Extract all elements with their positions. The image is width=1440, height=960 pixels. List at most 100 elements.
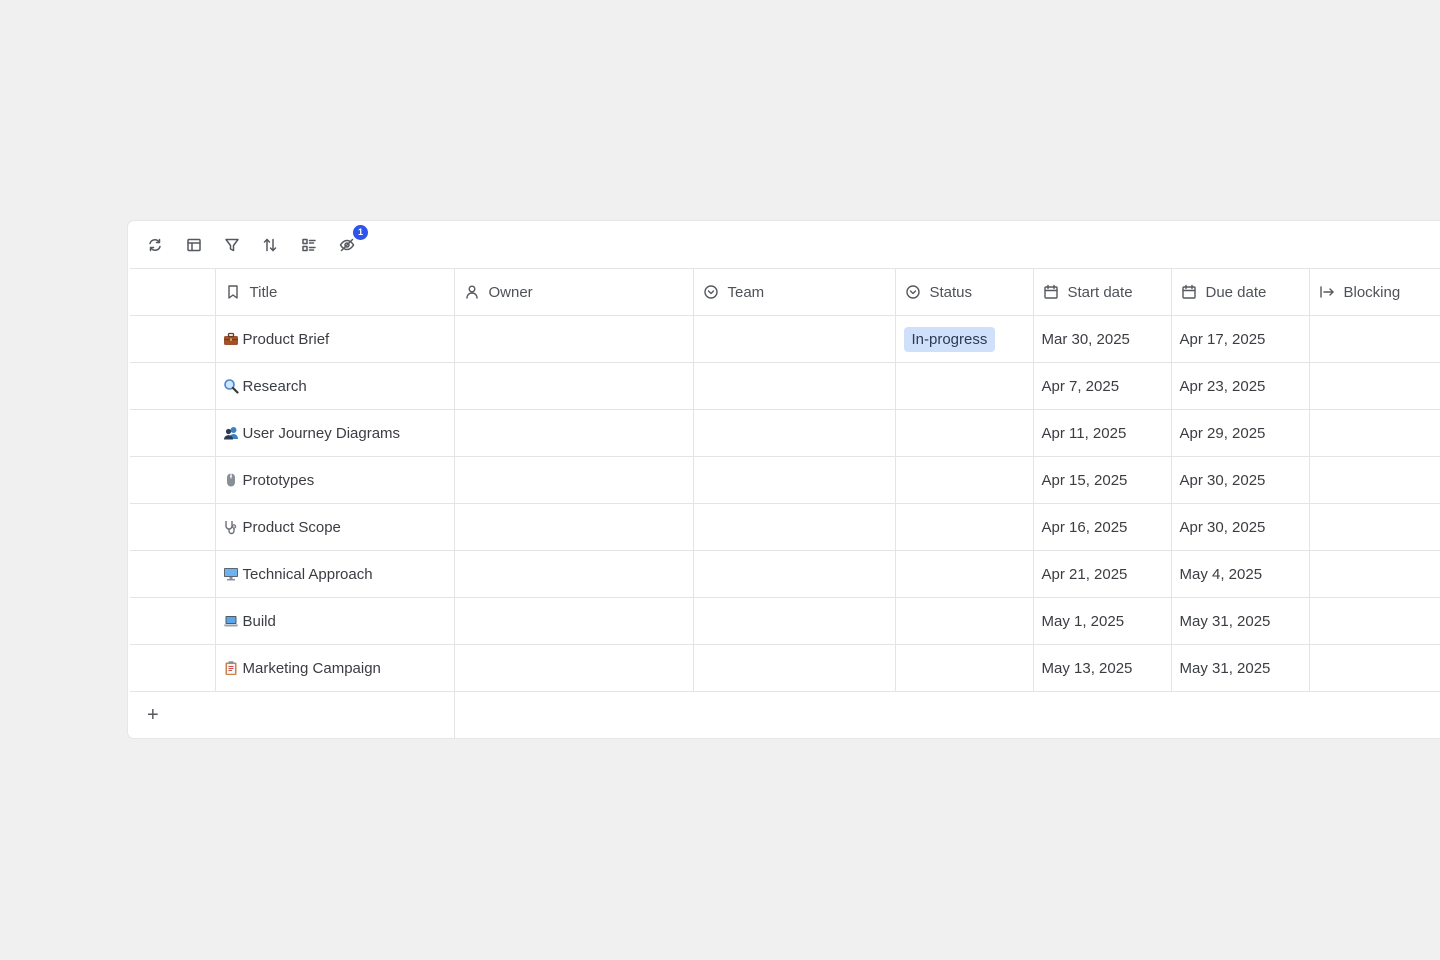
team-cell[interactable] [692,503,896,551]
due-date-cell[interactable]: Apr 29, 2025 [1170,409,1310,457]
title-cell[interactable]: User Journey Diagrams [215,409,455,457]
table-row[interactable]: Product Brief In-progress Mar 30, 2025 A… [130,315,1440,363]
sort-button[interactable] [258,233,282,257]
start-date-cell[interactable]: May 1, 2025 [1032,597,1172,645]
column-header-blocking[interactable]: Blocking [1308,268,1440,316]
status-cell[interactable]: In-progress [894,315,1034,363]
status-cell[interactable] [894,644,1034,692]
row-title: Product Scope [242,518,341,536]
title-cell[interactable]: Technical Approach [215,550,455,598]
owner-cell[interactable] [453,550,694,598]
row-handle[interactable] [130,362,216,410]
due-date-cell[interactable]: Apr 30, 2025 [1170,503,1310,551]
table-row[interactable]: User Journey Diagrams Apr 11, 2025 Apr 2… [130,409,1440,457]
due-date-cell[interactable]: May 31, 2025 [1170,597,1310,645]
filter-icon [225,238,239,252]
due-date-cell[interactable]: Apr 17, 2025 [1170,315,1310,363]
group-list-icon [302,238,316,252]
title-cell[interactable]: Product Scope [215,503,455,551]
row-handle[interactable] [130,644,216,692]
start-date-cell[interactable]: Apr 21, 2025 [1032,550,1172,598]
column-header-team[interactable]: Team [692,268,896,316]
table-row[interactable]: Research Apr 7, 2025 Apr 23, 2025 [130,362,1440,410]
due-date-value: Apr 29, 2025 [1179,424,1266,442]
start-date-cell[interactable]: Mar 30, 2025 [1032,315,1172,363]
start-date-cell[interactable]: Apr 15, 2025 [1032,456,1172,504]
bookmark-icon [227,285,238,299]
column-header-owner[interactable]: Owner [453,268,694,316]
layout-button[interactable] [182,233,206,257]
status-cell[interactable] [894,550,1034,598]
status-cell[interactable] [894,409,1034,457]
team-cell[interactable] [692,362,896,410]
row-handle[interactable] [130,456,216,504]
row-handle[interactable] [130,409,216,457]
row-handle[interactable] [130,550,216,598]
team-cell[interactable] [692,644,896,692]
owner-cell[interactable] [453,503,694,551]
start-date-cell[interactable]: Apr 16, 2025 [1032,503,1172,551]
start-date-cell[interactable]: May 13, 2025 [1032,644,1172,692]
team-cell[interactable] [692,597,896,645]
refresh-button[interactable] [143,233,167,257]
column-header-status[interactable]: Status [894,268,1034,316]
owner-cell[interactable] [453,315,694,363]
due-date-value: May 31, 2025 [1179,659,1271,677]
team-cell[interactable] [692,315,896,363]
owner-cell[interactable] [453,362,694,410]
row-handle[interactable] [130,597,216,645]
row-handle[interactable] [130,315,216,363]
due-date-value: Apr 17, 2025 [1179,330,1266,348]
table-row[interactable]: Build May 1, 2025 May 31, 2025 [130,597,1440,645]
select-circle-icon [905,285,920,299]
column-header-due-date[interactable]: Due date [1170,268,1310,316]
table-row[interactable]: Technical Approach Apr 21, 2025 May 4, 2… [130,550,1440,598]
owner-cell[interactable] [453,456,694,504]
status-cell[interactable] [894,597,1034,645]
add-row-button[interactable]: + [130,704,453,727]
start-date-value: Apr 11, 2025 [1041,424,1127,442]
blocking-cell[interactable] [1308,409,1440,457]
table-row[interactable]: Product Scope Apr 16, 2025 Apr 30, 2025 [130,503,1440,551]
group-button[interactable] [297,233,321,257]
table-row[interactable]: Prototypes Apr 15, 2025 Apr 30, 2025 [130,456,1440,504]
title-cell[interactable]: Research [215,362,455,410]
due-date-cell[interactable]: Apr 30, 2025 [1170,456,1310,504]
row-handle[interactable] [130,503,216,551]
table-row[interactable]: Marketing Campaign May 13, 2025 May 31, … [130,644,1440,692]
owner-cell[interactable] [453,644,694,692]
owner-cell[interactable] [453,409,694,457]
blocking-cell[interactable] [1308,456,1440,504]
status-cell[interactable] [894,503,1034,551]
calendar-icon [1181,284,1196,299]
people-icon [223,427,238,440]
blocking-cell[interactable] [1308,597,1440,645]
blocking-cell[interactable] [1308,503,1440,551]
blocking-cell[interactable] [1308,644,1440,692]
title-cell[interactable]: Build [215,597,455,645]
blocking-cell[interactable] [1308,550,1440,598]
status-cell[interactable] [894,362,1034,410]
owner-cell[interactable] [453,597,694,645]
column-header-start-date[interactable]: Start date [1032,268,1172,316]
add-row-filler [453,691,1440,738]
blocking-cell[interactable] [1308,315,1440,363]
sort-icon [263,238,277,252]
due-date-cell[interactable]: Apr 23, 2025 [1170,362,1310,410]
team-cell[interactable] [692,456,896,504]
title-cell[interactable]: Marketing Campaign [215,644,455,692]
title-cell[interactable]: Product Brief [215,315,455,363]
due-date-cell[interactable]: May 31, 2025 [1170,644,1310,692]
filter-button[interactable] [220,233,244,257]
team-cell[interactable] [692,409,896,457]
due-date-cell[interactable]: May 4, 2025 [1170,550,1310,598]
start-date-value: Apr 21, 2025 [1041,565,1128,583]
start-date-cell[interactable]: Apr 11, 2025 [1032,409,1172,457]
team-cell[interactable] [692,550,896,598]
title-cell[interactable]: Prototypes [215,456,455,504]
column-header-title[interactable]: Title [215,268,455,316]
blocking-cell[interactable] [1308,362,1440,410]
status-cell[interactable] [894,456,1034,504]
start-date-cell[interactable]: Apr 7, 2025 [1032,362,1172,410]
add-row-cell[interactable]: + [130,691,455,738]
